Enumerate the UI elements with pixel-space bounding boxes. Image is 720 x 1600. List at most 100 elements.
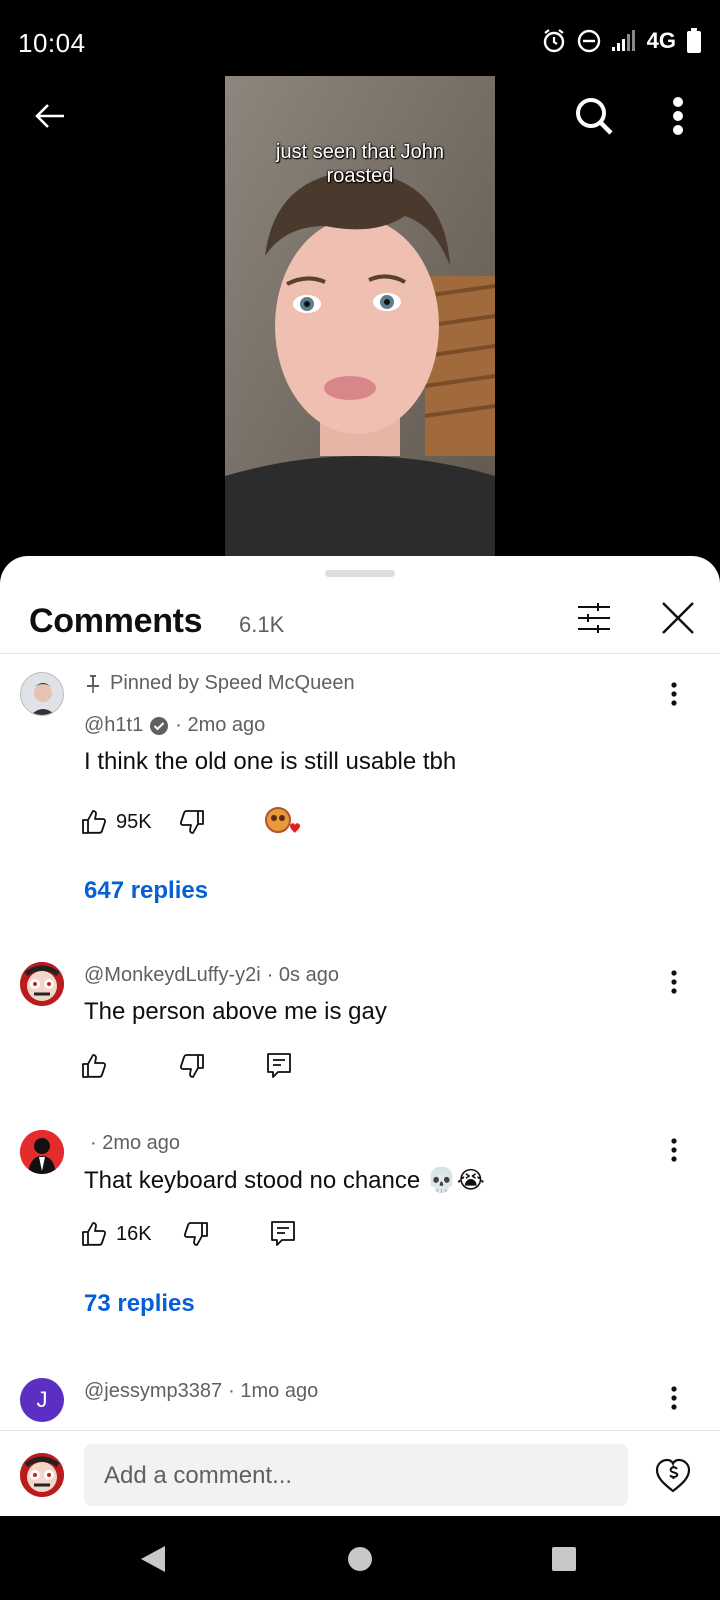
creator-heart xyxy=(264,806,302,838)
nav-recents-button[interactable] xyxy=(539,1534,589,1584)
status-time: 10:04 xyxy=(18,28,86,58)
square-recents-icon xyxy=(552,1547,576,1571)
like-button[interactable] xyxy=(80,1052,108,1080)
dislike-button[interactable] xyxy=(182,1220,210,1248)
avatar[interactable] xyxy=(20,1130,64,1174)
comment-meta: · 2mo ago xyxy=(84,1132,180,1155)
thumbs-up-icon xyxy=(82,810,107,834)
close-icon xyxy=(662,602,694,634)
user-avatar-image xyxy=(21,673,63,715)
view-replies-link[interactable]: 73 replies xyxy=(84,1290,195,1318)
comments-sheet: Comments 6.1K Pinned by Speed McQueen @h… xyxy=(0,556,720,1516)
comment-item: · 2mo ago That keyboard stood no chance … xyxy=(0,1130,720,1370)
comment-author[interactable]: @MonkeydLuffy-y2i xyxy=(84,964,261,987)
status-icons: 4G xyxy=(541,28,702,54)
thumbs-up-icon xyxy=(82,1222,107,1246)
more-vert-icon xyxy=(671,682,677,706)
sort-filter-button[interactable] xyxy=(566,590,622,646)
more-vert-icon xyxy=(673,97,683,135)
video-frame[interactable]: just seen that John roasted xyxy=(225,76,495,558)
comment-item: Pinned by Speed McQueen @h1t1 · 2mo ago … xyxy=(0,672,720,942)
thumbs-down-icon xyxy=(179,810,204,834)
like-count: 95K xyxy=(116,810,152,833)
pinned-label: Pinned by Speed McQueen xyxy=(84,672,355,695)
comment-more-button[interactable] xyxy=(658,1134,690,1166)
user-avatar-image xyxy=(20,1130,64,1174)
nav-back-button[interactable] xyxy=(128,1534,178,1584)
tune-icon xyxy=(578,603,610,633)
avatar[interactable] xyxy=(20,962,64,1006)
comment-meta: @MonkeydLuffy-y2i · 0s ago xyxy=(84,964,339,987)
arrow-left-icon xyxy=(35,104,64,128)
back-button[interactable] xyxy=(20,86,80,146)
comment-time: · 1mo ago xyxy=(228,1380,319,1402)
avatar-letter: J xyxy=(36,1387,48,1412)
network-type: 4G xyxy=(646,28,676,53)
like-button[interactable]: 16K xyxy=(80,1220,152,1248)
comment-item: @MonkeydLuffy-y2i · 0s ago The person ab… xyxy=(0,962,720,1102)
avatar[interactable]: J xyxy=(20,1378,64,1422)
comment-more-button[interactable] xyxy=(658,678,690,710)
thumbs-up-icon xyxy=(82,1054,107,1078)
caption-line-2: roasted xyxy=(326,165,394,187)
nav-home-button[interactable] xyxy=(335,1534,385,1584)
comments-title: Comments xyxy=(29,602,203,640)
more-vert-icon xyxy=(671,1138,677,1162)
avatar[interactable] xyxy=(20,672,64,716)
comment-author[interactable]: @h1t1 xyxy=(84,714,143,737)
thumbs-down-icon xyxy=(179,1054,204,1078)
search-button[interactable] xyxy=(564,86,624,146)
search-icon xyxy=(576,98,613,135)
reply-button[interactable] xyxy=(270,1220,296,1248)
comment-text: The person above me is gay xyxy=(84,998,387,1025)
add-comment-input[interactable]: Add a comment... xyxy=(84,1444,628,1506)
circle-home-icon xyxy=(348,1547,372,1571)
comment-meta: @jessymp3387 · 1mo ago xyxy=(84,1380,318,1403)
more-options-button[interactable] xyxy=(648,86,708,146)
reply-button[interactable] xyxy=(266,1052,292,1080)
reply-icon xyxy=(270,1221,295,1246)
pin-icon xyxy=(87,674,99,693)
comment-time: · 2mo ago xyxy=(90,1132,181,1154)
more-vert-icon xyxy=(671,970,677,994)
heart-dollar-icon xyxy=(655,1458,691,1493)
dislike-button[interactable] xyxy=(178,808,206,836)
alarm-icon xyxy=(543,29,564,53)
status-bar: 10:04 4G xyxy=(0,0,720,80)
comment-item: J @jessymp3387 · 1mo ago xyxy=(0,1378,720,1430)
view-replies-link[interactable]: 647 replies xyxy=(84,877,208,905)
comment-author[interactable]: @jessymp3387 xyxy=(84,1380,222,1403)
comment-composer: Add a comment... xyxy=(0,1430,720,1516)
drag-handle[interactable] xyxy=(325,570,395,577)
dislike-button[interactable] xyxy=(178,1052,206,1080)
comment-time: · 2mo ago xyxy=(175,714,266,736)
more-vert-icon xyxy=(671,1386,677,1410)
triangle-back-icon xyxy=(141,1546,165,1572)
comment-time: · 0s ago xyxy=(266,964,339,986)
verified-icon xyxy=(150,716,169,735)
battery-icon xyxy=(687,28,701,53)
comments-header: Comments 6.1K xyxy=(0,584,720,654)
close-comments-button[interactable] xyxy=(650,590,706,646)
like-count: 16K xyxy=(116,1222,152,1245)
comments-count: 6.1K xyxy=(239,612,285,637)
video-caption: just seen that John roasted xyxy=(225,140,495,188)
comment-actions: 95K xyxy=(80,802,302,842)
comment-text: That keyboard stood no chance 💀😭 xyxy=(84,1167,485,1194)
video-player[interactable]: just seen that John roasted xyxy=(0,76,720,558)
app-root: 10:04 4G just seen that John roasted Com… xyxy=(0,0,720,1600)
comment-more-button[interactable] xyxy=(658,1382,690,1414)
system-nav-bar xyxy=(0,1516,720,1600)
thumbs-down-icon xyxy=(183,1222,208,1246)
comment-actions xyxy=(80,1046,292,1086)
reply-icon xyxy=(267,1053,291,1078)
caption-line-1: just seen that John xyxy=(276,141,444,163)
super-thanks-button[interactable] xyxy=(648,1451,698,1501)
like-button[interactable]: 95K xyxy=(80,808,152,836)
creator-heart-icon xyxy=(264,807,300,833)
comment-text: I think the old one is still usable tbh xyxy=(84,748,457,775)
comment-meta: @h1t1 · 2mo ago xyxy=(84,714,265,737)
do-not-disturb-icon xyxy=(577,29,600,53)
comment-actions: 16K xyxy=(80,1214,296,1254)
comment-more-button[interactable] xyxy=(658,966,690,998)
